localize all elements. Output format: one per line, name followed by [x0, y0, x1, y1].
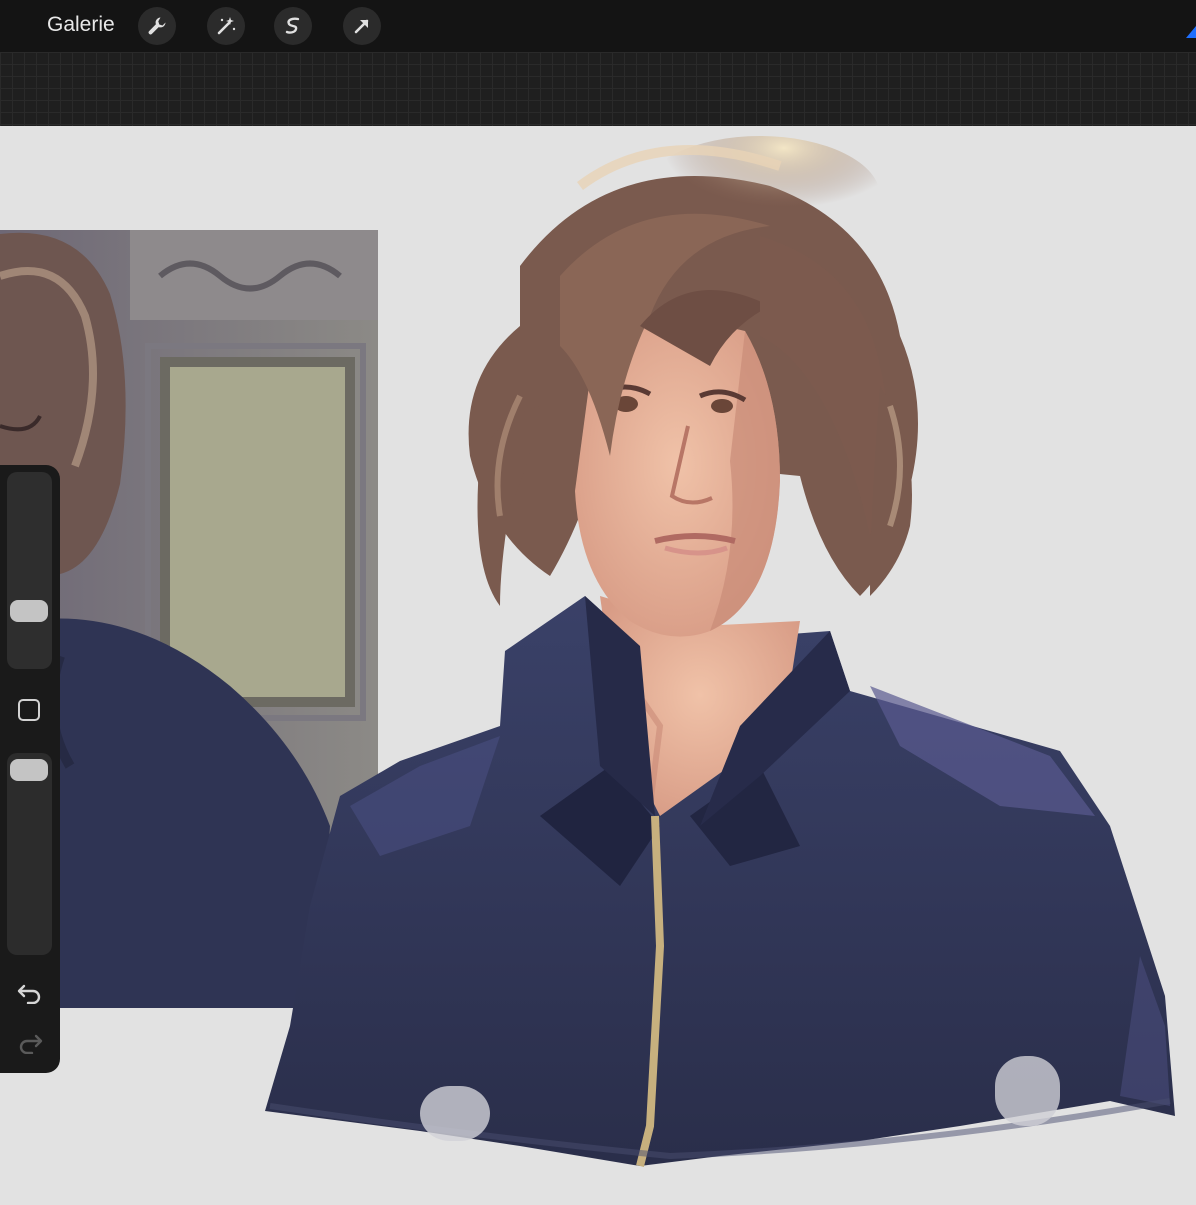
top-toolbar: Galerie: [0, 0, 1196, 52]
brush-size-slider[interactable]: [7, 472, 52, 669]
magic-wand-icon: [217, 17, 236, 35]
transform-button[interactable]: [343, 7, 381, 45]
gallery-button[interactable]: Galerie: [47, 12, 115, 38]
wrench-icon: [148, 17, 166, 35]
modify-square-icon[interactable]: [18, 699, 40, 721]
selection-button[interactable]: [274, 7, 312, 45]
color-swatch-edge[interactable]: [1186, 26, 1196, 38]
canvas-artwork: [0, 136, 1175, 1167]
adjustments-button[interactable]: [207, 7, 245, 45]
reference-grid-strip: [0, 52, 1196, 126]
opacity-slider[interactable]: [7, 753, 52, 955]
portrait-painting[interactable]: [265, 136, 1175, 1167]
drawing-canvas[interactable]: [0, 126, 1196, 1200]
brush-sidebar: [0, 465, 60, 1073]
brush-size-thumb[interactable]: [10, 600, 48, 622]
redo-icon[interactable]: [16, 1030, 44, 1054]
selection-s-icon: [285, 17, 300, 34]
opacity-thumb[interactable]: [10, 759, 48, 781]
undo-icon[interactable]: [16, 980, 44, 1004]
actions-button[interactable]: [138, 7, 176, 45]
transform-arrow-icon: [354, 19, 369, 34]
